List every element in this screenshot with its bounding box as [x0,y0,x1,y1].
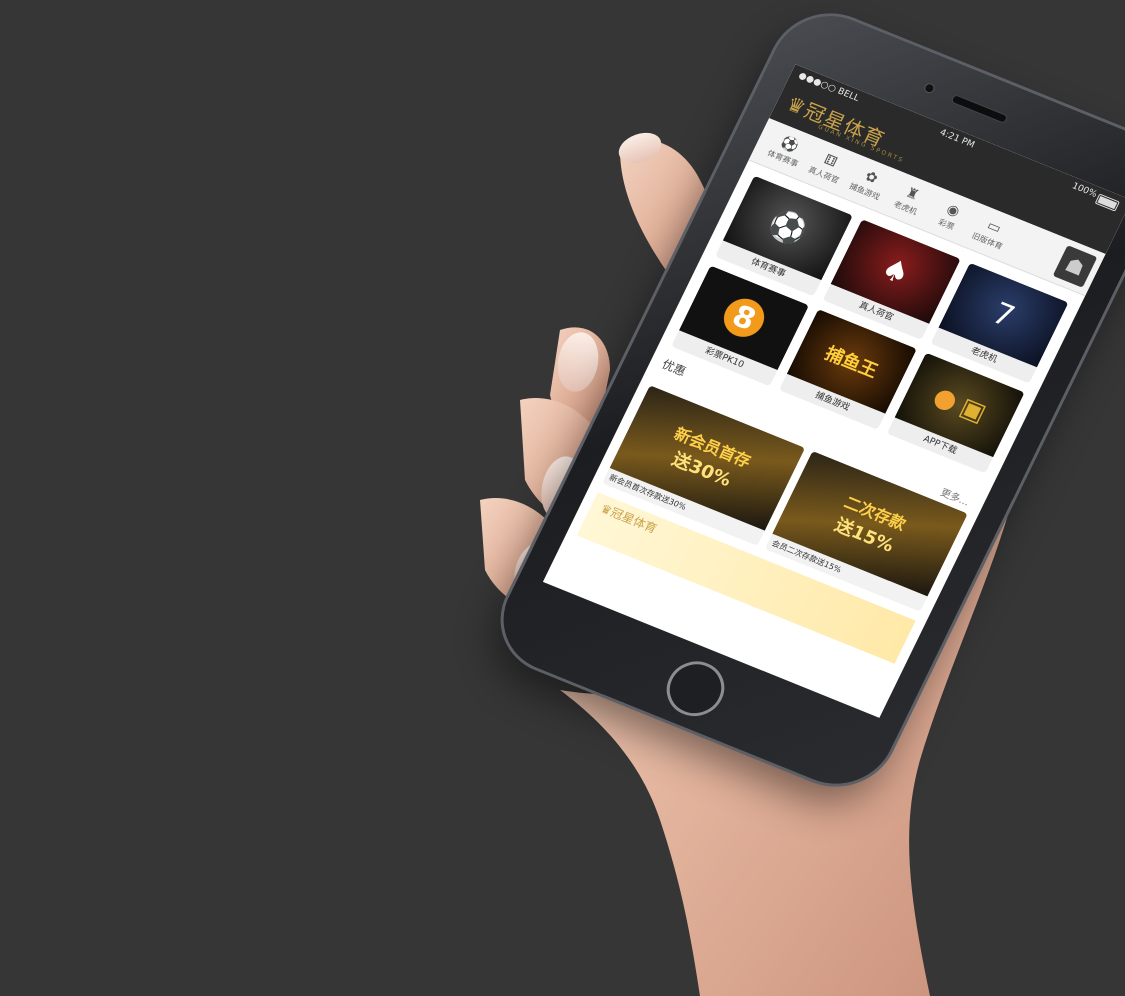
footer-brand: 冠星体育 [608,505,660,536]
photo-scene: ●●●○○ BELL 4:21 PM 100% ♛冠星体育 GUAN XING … [0,0,1125,996]
android-icon: ▣ [954,392,991,429]
battery-icon [1094,193,1120,212]
profile-button[interactable]: ☗ [1052,245,1098,288]
battery-percent: 100% [1070,181,1099,200]
user-profile-icon: ☗ [1061,252,1089,281]
